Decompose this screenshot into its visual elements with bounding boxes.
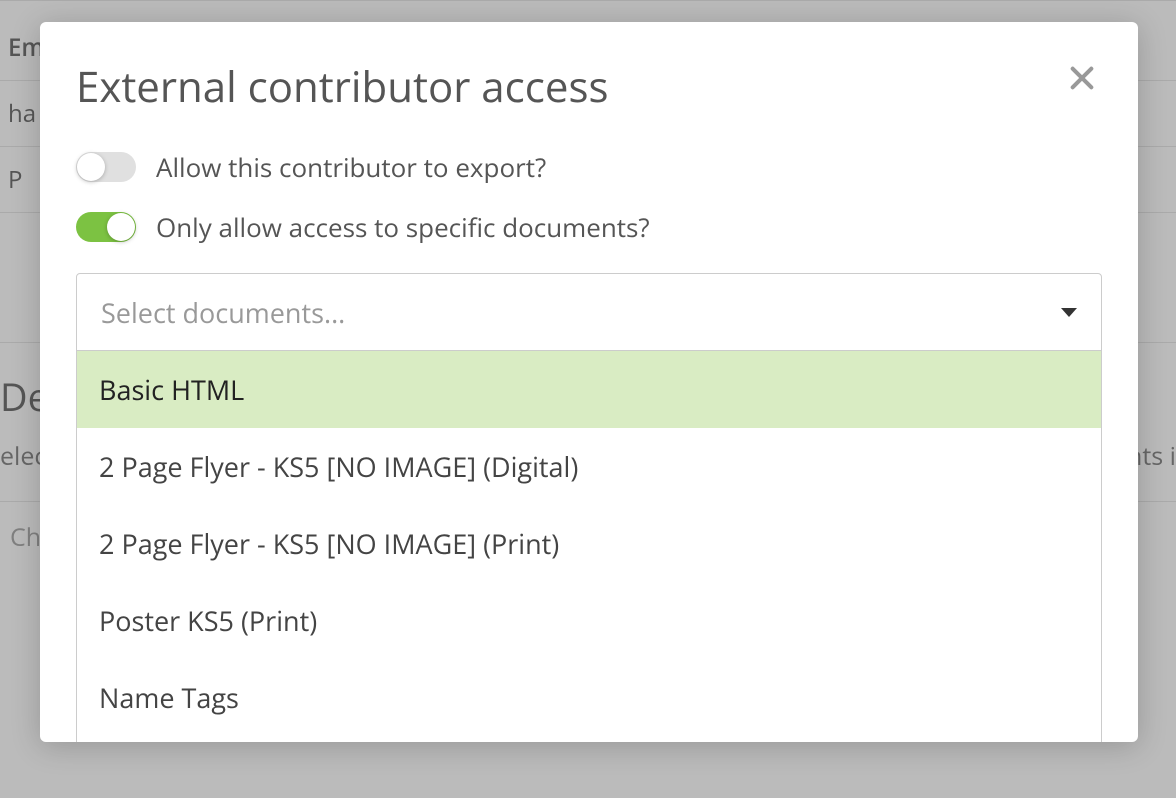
document-dropdown: Basic HTML 2 Page Flyer - KS5 [NO IMAGE]… [76,351,1102,742]
toggle-knob [107,213,135,241]
dropdown-option[interactable]: 2 Page Flyer - KS5 [NO IMAGE] (Digital) [77,428,1101,505]
document-select-wrapper: Select documents... Basic HTML 2 Page Fl… [76,273,1102,742]
dropdown-option[interactable]: Basic HTML [77,351,1101,428]
toggle-row-specific-docs: Only allow access to specific documents? [76,209,1102,245]
external-contributor-modal: External contributor access Allow this c… [40,22,1138,742]
toggle-export[interactable] [76,152,136,182]
close-button[interactable] [1062,58,1102,98]
dropdown-option[interactable]: Poster KS5 (Digital) [77,736,1101,742]
modal-title: External contributor access [76,58,609,115]
modal-header: External contributor access [76,58,1102,115]
dropdown-option[interactable]: Name Tags [77,659,1101,736]
dropdown-option[interactable]: 2 Page Flyer - KS5 [NO IMAGE] (Print) [77,505,1101,582]
document-select[interactable]: Select documents... [76,273,1102,351]
dropdown-option[interactable]: Poster KS5 (Print) [77,582,1101,659]
chevron-down-icon [1061,308,1077,317]
toggle-row-export: Allow this contributor to export? [76,149,1102,185]
select-placeholder: Select documents... [101,294,345,331]
toggle-export-label: Allow this contributor to export? [156,149,546,185]
close-icon [1066,62,1098,94]
toggle-specific-docs-label: Only allow access to specific documents? [156,209,650,245]
toggle-specific-docs[interactable] [76,212,136,242]
toggle-knob [77,153,105,181]
